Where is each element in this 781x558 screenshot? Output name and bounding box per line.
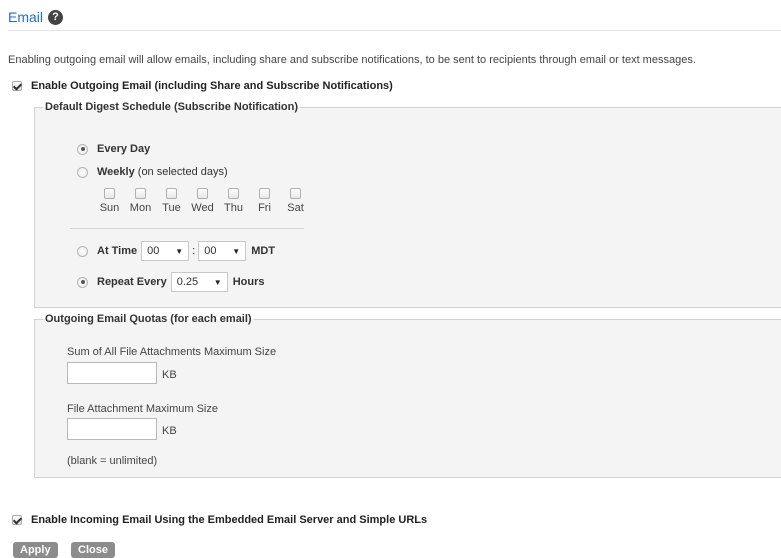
title-divider [8,30,781,31]
weekday-selector: Sun Mon Tue Wed Thu Fri Sat [94,188,311,214]
day-label: Mon [129,202,152,214]
enable-outgoing-row[interactable]: Enable Outgoing Email (including Share a… [12,80,393,92]
help-icon[interactable]: ? [48,9,64,25]
repeat-every-option[interactable]: Repeat Every 0.25 ▼ Hours [77,272,265,292]
timezone-label: MDT [251,245,276,257]
day-label: Wed [191,202,214,214]
at-time-option[interactable]: At Time 00 ▼ : 00 ▼ MDT [77,241,275,261]
enable-incoming-checkbox[interactable] [12,515,22,525]
quota-note: (blank = unlimited) [67,455,158,467]
repeat-interval-select[interactable]: 0.25 ▼ [170,272,228,292]
enable-incoming-label: Enable Incoming Email Using the Embedded… [31,514,428,526]
email-quotas-panel: Outgoing Email Quotas (for each email) [34,313,781,478]
day-sun[interactable]: Sun [94,188,125,214]
single-attachment-unit: KB [162,425,177,437]
day-fri[interactable]: Fri [249,188,280,214]
apply-button[interactable]: Apply [13,542,58,558]
day-tue[interactable]: Tue [156,188,187,214]
day-label: Thu [224,202,243,214]
digest-schedule-legend: Default Digest Schedule (Subscribe Notif… [45,101,299,113]
day-wed[interactable]: Wed [187,188,218,214]
chevron-down-icon: ▼ [175,246,184,256]
description-text: Enabling outgoing email will allow email… [8,54,696,66]
day-checkbox[interactable] [135,188,146,199]
day-mon[interactable]: Mon [125,188,156,214]
day-label: Tue [162,202,181,214]
repeat-unit-label: Hours [232,276,265,288]
day-checkbox[interactable] [104,188,115,199]
hour-value: 00 [147,245,160,257]
repeat-interval-value: 0.25 [176,276,199,288]
every-day-radio[interactable] [77,143,88,155]
page-title-text: Email [8,9,44,25]
single-attachment-input[interactable] [67,418,157,440]
close-button[interactable]: Close [71,542,115,558]
day-label: Fri [258,202,271,214]
repeat-every-radio[interactable] [77,276,88,288]
day-checkbox[interactable] [259,188,270,199]
minute-select[interactable]: 00 ▼ [198,241,247,261]
day-checkbox[interactable] [290,188,301,199]
at-time-radio[interactable] [77,245,88,257]
time-separator: : [192,245,196,257]
minute-value: 00 [204,245,217,257]
day-label: Sat [287,202,304,214]
email-quotas-legend: Outgoing Email Quotas (for each email) [45,313,252,325]
enable-outgoing-checkbox[interactable] [12,81,22,91]
chevron-down-icon: ▼ [213,277,222,287]
schedule-divider [70,228,304,229]
every-day-label: Every Day [97,143,151,155]
day-checkbox[interactable] [166,188,177,199]
repeat-every-label: Repeat Every [97,276,167,288]
every-day-option[interactable]: Every Day [77,143,150,155]
enable-incoming-row[interactable]: Enable Incoming Email Using the Embedded… [12,514,427,526]
weekly-option[interactable]: Weekly (on selected days) [77,166,228,178]
chevron-down-icon: ▼ [232,246,241,256]
weekly-suffix: (on selected days) [137,166,228,178]
hour-select[interactable]: 00 ▼ [141,241,190,261]
weekly-label: Weekly [97,166,135,178]
total-attachments-label: Sum of All File Attachments Maximum Size [67,346,277,358]
at-time-label: At Time [97,245,138,257]
day-thu[interactable]: Thu [218,188,249,214]
day-checkbox[interactable] [228,188,239,199]
page-title: Email ? [8,9,64,25]
day-checkbox[interactable] [197,188,208,199]
day-label: Sun [99,202,120,214]
weekly-radio[interactable] [77,166,88,178]
total-attachments-input[interactable] [67,362,157,384]
total-attachments-unit: KB [162,369,177,381]
enable-outgoing-label: Enable Outgoing Email (including Share a… [31,80,393,92]
day-sat[interactable]: Sat [280,188,311,214]
single-attachment-label: File Attachment Maximum Size [67,403,218,415]
